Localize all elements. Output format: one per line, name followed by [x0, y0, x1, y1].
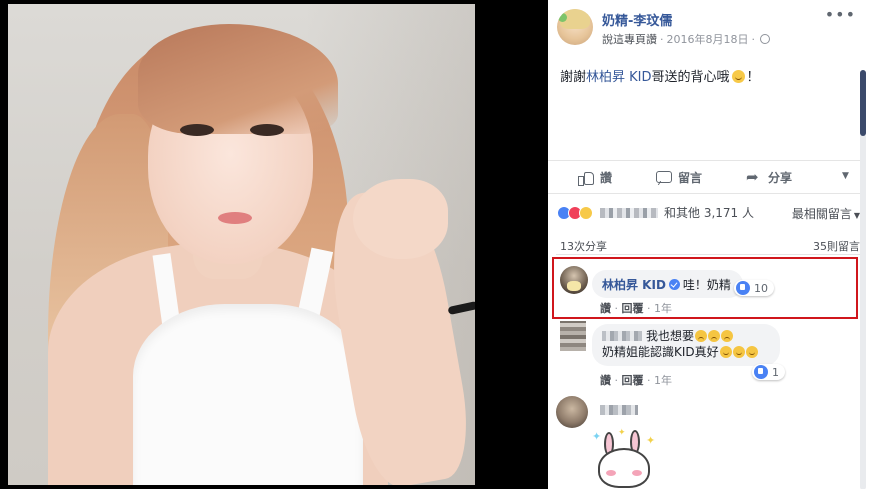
- scrollbar-thumb[interactable]: [860, 70, 866, 136]
- divider: [556, 254, 860, 255]
- photo-eye: [180, 124, 214, 136]
- chevron-down-icon: ▼: [853, 211, 860, 220]
- share-arrow-icon: [746, 168, 762, 186]
- sort-label: 最相關留言: [791, 207, 852, 221]
- post-side-panel: 奶精-李玟儒 說這專頁讚 · 2016年8月18日 · ••• 謝謝林柏昇 KI…: [548, 0, 870, 489]
- comment-actions: 讚 · 回覆 · 1年: [600, 300, 672, 316]
- comment-bubble: 我也想要 奶精姐能認識KID真好: [592, 324, 780, 366]
- smile-emoji-icon: [732, 346, 745, 358]
- post-meta: 說這專頁讚 · 2016年8月18日 ·: [602, 31, 770, 47]
- share-label: 分享: [768, 171, 793, 185]
- avatar-flower: [558, 13, 567, 22]
- comment-likes-badge[interactable]: 10: [734, 280, 774, 296]
- comment-reply-link[interactable]: 回覆: [622, 302, 644, 315]
- comment-likes-badge[interactable]: 1: [752, 364, 785, 380]
- reactions-summary[interactable]: 和其他 3,171 人: [557, 204, 754, 221]
- sticker-cheek: [632, 470, 642, 476]
- reaction-menu-dropdown[interactable]: ▼: [842, 171, 849, 181]
- sticker-image: ✦ ✦ ✦: [592, 428, 658, 489]
- sad-emoji-icon: [721, 330, 734, 342]
- action-separator: ·: [647, 302, 651, 315]
- comment-line: 我也想要: [602, 328, 770, 344]
- smile-emoji-icon: [731, 70, 745, 83]
- sad-emoji-icon: [708, 330, 721, 342]
- sparkle-icon: ✦: [592, 430, 602, 443]
- comment-bubble: 林柏昇 KID 哇！奶精: [592, 270, 743, 298]
- comment-like-count: 10: [754, 281, 768, 295]
- sticker-rabbit-head: [598, 448, 650, 488]
- sparkle-icon: ✦: [646, 434, 656, 447]
- blurred-names: [600, 207, 658, 218]
- comment-label: 留言: [678, 171, 703, 185]
- post-photo[interactable]: [8, 4, 475, 485]
- share-button[interactable]: 分享: [746, 168, 793, 186]
- more-options-icon[interactable]: •••: [825, 7, 856, 23]
- smile-emoji-icon: [719, 346, 732, 358]
- post-date[interactable]: 2016年8月18日: [667, 31, 749, 47]
- smile-emoji-icon: [745, 346, 758, 358]
- sad-emoji-icon: [695, 330, 708, 342]
- sticker-cheek: [606, 470, 616, 476]
- meta-separator: ·: [751, 32, 756, 46]
- comment-text: 奶精姐能認識KID真好: [602, 345, 719, 359]
- meta-separator: ·: [660, 32, 664, 46]
- comment-button[interactable]: 留言: [656, 169, 702, 186]
- thumbs-up-icon: [578, 171, 594, 186]
- comment-text: 我也想要: [646, 329, 695, 343]
- sparkle-icon: ✦: [618, 428, 626, 438]
- globe-icon: [760, 34, 770, 44]
- photo-eye: [250, 124, 284, 136]
- like-label: 讚: [600, 171, 613, 185]
- caption-text: ！: [746, 70, 760, 85]
- action-separator: ·: [614, 374, 619, 387]
- comment-time[interactable]: 1年: [654, 374, 672, 387]
- like-button[interactable]: 讚: [578, 169, 612, 186]
- comment-sort-dropdown[interactable]: 最相關留言 ▼: [792, 205, 860, 222]
- photo-lips: [218, 212, 252, 224]
- commenter-avatar[interactable]: [560, 266, 588, 294]
- like-page-link[interactable]: 說這專頁讚: [602, 31, 657, 47]
- like-reaction-icon: [736, 281, 750, 295]
- comment-text: 哇！奶精: [682, 278, 731, 292]
- photo-viewer[interactable]: [0, 0, 548, 489]
- post-caption: 謝謝林柏昇 KID哥送的背心哦 ！: [560, 66, 760, 85]
- comment-like-count: 1: [772, 365, 779, 379]
- blurred-author-name[interactable]: [600, 405, 638, 415]
- blurred-author-name[interactable]: [602, 331, 642, 341]
- share-count-link[interactable]: 13次分享: [560, 238, 607, 254]
- action-separator: ·: [614, 302, 619, 315]
- commenter-avatar[interactable]: [560, 321, 586, 351]
- comment-reply-link[interactable]: 回覆: [622, 374, 644, 387]
- like-reaction-icon: [754, 365, 768, 379]
- commenter-avatar[interactable]: [556, 396, 588, 428]
- caption-text: 哥送的背心哦: [651, 70, 730, 85]
- page-avatar[interactable]: [557, 9, 593, 45]
- page-name-link[interactable]: 奶精-李玟儒: [602, 10, 672, 29]
- comment-count-link[interactable]: 35則留言: [813, 238, 860, 254]
- comment-actions: 讚 · 回覆 · 1年: [600, 372, 672, 388]
- caption-mention-link[interactable]: 林柏昇 KID: [586, 70, 652, 85]
- verified-icon: [668, 279, 680, 290]
- comment-author-link[interactable]: 林柏昇 KID: [602, 278, 666, 292]
- comment-time[interactable]: 1年: [654, 302, 672, 315]
- post-action-bar: 讚 留言 分享 ▼: [548, 160, 860, 194]
- reactions-count-text: 和其他 3,171 人: [664, 206, 754, 220]
- action-separator: ·: [647, 374, 651, 387]
- photo-tank-top: [133, 304, 363, 485]
- comment-bubble-icon: [656, 170, 672, 185]
- comment-like-link[interactable]: 讚: [600, 374, 611, 387]
- photo-hand: [353, 179, 448, 259]
- comment-like-link[interactable]: 讚: [600, 302, 611, 315]
- caption-text: 謝謝: [560, 70, 587, 85]
- wow-reaction-icon: [579, 205, 593, 220]
- comment-line: 奶精姐能認識KID真好: [602, 344, 770, 360]
